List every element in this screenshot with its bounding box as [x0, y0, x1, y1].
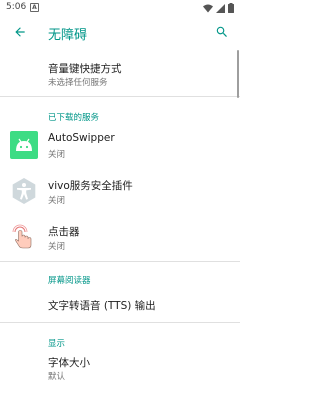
volume-shortcut-subtitle: 未选择任何服务 [48, 78, 108, 88]
search-icon [216, 26, 227, 37]
volume-shortcut-item[interactable]: 音量键快捷方式 未选择任何服务 [0, 48, 240, 96]
autoswipper-title: AutoSwipper [48, 132, 115, 144]
vivo-plugin-item[interactable]: vivo服务安全插件 关闭 [0, 169, 240, 215]
status-time: 5:06 [6, 2, 27, 12]
tts-title: 文字转语音 (TTS) 输出 [48, 300, 156, 312]
accessibility-icon [12, 178, 36, 204]
scrollbar[interactable] [237, 50, 239, 98]
section-downloaded-label: 已下载的服务 [48, 113, 100, 123]
clicker-subtitle: 关闭 [48, 242, 66, 252]
section-display-label: 显示 [48, 339, 66, 349]
font-size-subtitle: 默认 [48, 372, 66, 382]
android-app-icon [10, 131, 38, 159]
font-size-item[interactable]: 字体大小 默认 [0, 349, 240, 395]
page-title: 无障碍 [48, 28, 88, 43]
arrow-back-icon [15, 27, 25, 37]
autoswipper-item[interactable]: AutoSwipper 关闭 [0, 123, 240, 169]
tts-item[interactable]: 文字转语音 (TTS) 输出 [0, 286, 240, 322]
settings-list[interactable]: 音量键快捷方式 未选择任何服务 已下载的服务 AutoSwipper 关闭 vi… [0, 48, 240, 400]
volume-shortcut-title: 音量键快捷方式 [48, 63, 122, 75]
clicker-title: 点击器 [48, 226, 80, 238]
search-button[interactable] [210, 20, 234, 44]
autoswipper-subtitle: 关闭 [48, 150, 66, 160]
back-button[interactable] [8, 20, 32, 44]
section-downloaded-services: 已下载的服务 [0, 97, 240, 123]
section-screen-reader: 屏幕阅读器 [0, 262, 240, 286]
signal-icon [216, 3, 225, 13]
app-bar: 无障碍 [0, 16, 240, 48]
wifi-icon [203, 4, 213, 12]
font-size-title: 字体大小 [48, 357, 90, 369]
battery-icon [228, 3, 234, 13]
clicker-item[interactable]: 点击器 关闭 [0, 215, 240, 261]
status-bar: 5:06 A [0, 0, 240, 16]
vivo-plugin-subtitle: 关闭 [48, 196, 66, 206]
vivo-plugin-title: vivo服务安全插件 [48, 180, 133, 192]
section-display: 显示 [0, 323, 240, 349]
notification-icon: A [30, 3, 39, 12]
tap-hand-icon [12, 224, 32, 249]
status-icons [203, 3, 234, 13]
section-screen-reader-label: 屏幕阅读器 [48, 276, 91, 286]
